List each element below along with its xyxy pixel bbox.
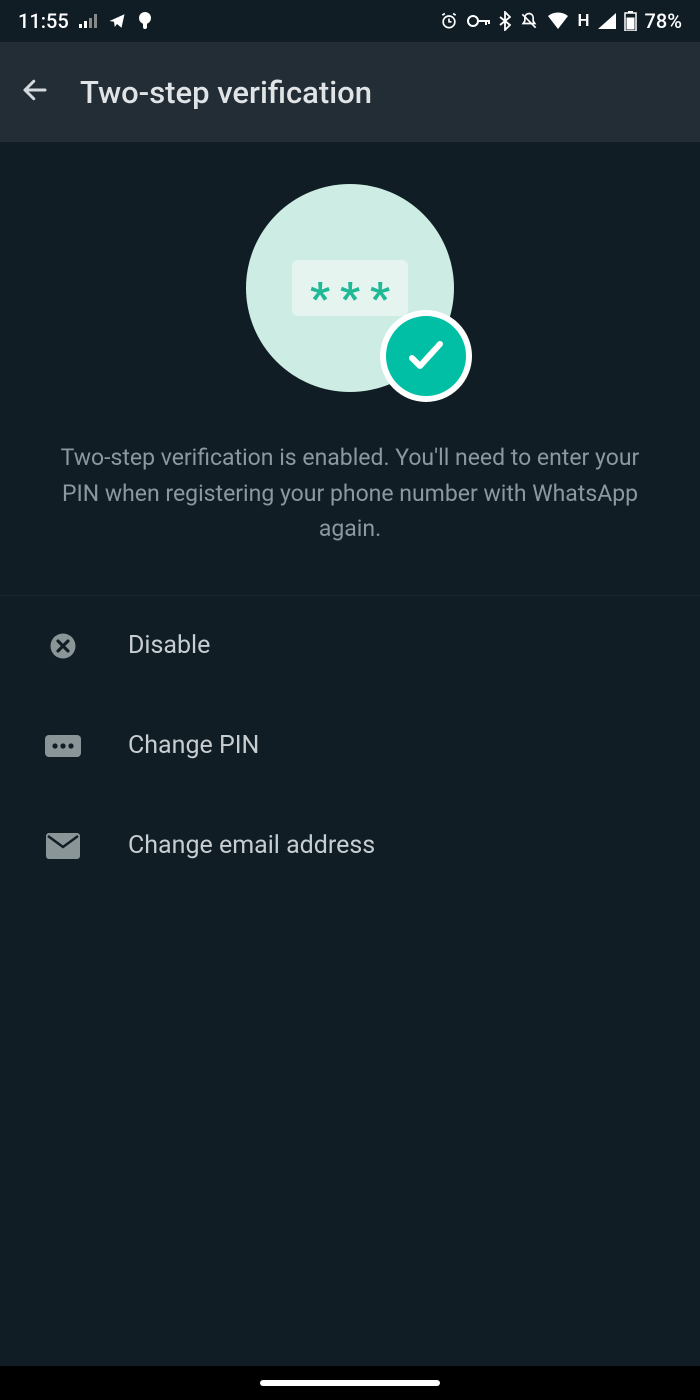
option-label: Disable	[128, 631, 210, 660]
home-handle[interactable]	[260, 1380, 440, 1386]
status-bar: 11:55 H 78%	[0, 0, 700, 42]
arrow-back-icon	[20, 75, 50, 105]
close-circle-icon	[44, 631, 82, 661]
status-bar-right: H 78%	[439, 9, 682, 33]
signal-bars-icon	[79, 14, 97, 28]
verification-illustration: * * *	[246, 184, 454, 392]
alarm-icon	[439, 11, 459, 31]
wifi-icon	[547, 12, 569, 30]
telegram-icon	[107, 12, 127, 30]
vpn-key-icon	[467, 14, 491, 28]
mute-bell-icon	[519, 11, 539, 31]
option-label: Change email address	[128, 831, 375, 860]
notification-app-icon	[137, 12, 153, 30]
option-disable[interactable]: Disable	[0, 596, 700, 696]
hero-section: * * * Two-step verification is enabled. …	[0, 142, 700, 547]
pin-card-icon: * * *	[292, 260, 408, 316]
option-change-email[interactable]: Change email address	[0, 796, 700, 896]
status-bar-left: 11:55	[18, 9, 153, 33]
option-label: Change PIN	[128, 731, 259, 760]
cell-signal-icon	[598, 13, 616, 29]
email-icon	[44, 833, 82, 859]
asterisk-icon: *	[370, 276, 390, 320]
options-list: Disable Change PIN Change email address	[0, 596, 700, 896]
asterisk-icon: *	[340, 276, 360, 320]
bluetooth-icon	[499, 11, 511, 31]
asterisk-icon: *	[310, 276, 330, 320]
status-time: 11:55	[18, 9, 69, 33]
page-title: Two-step verification	[80, 74, 372, 111]
pin-dots-icon	[44, 735, 82, 757]
hero-description: Two-step verification is enabled. You'll…	[0, 440, 700, 547]
option-change-pin[interactable]: Change PIN	[0, 696, 700, 796]
network-type-label: H	[577, 11, 589, 31]
back-button[interactable]	[20, 75, 50, 109]
system-nav-bar	[0, 1366, 700, 1400]
toolbar: Two-step verification	[0, 42, 700, 142]
check-badge-icon	[380, 310, 472, 402]
battery-icon	[624, 11, 637, 31]
battery-percentage: 78%	[645, 9, 682, 33]
